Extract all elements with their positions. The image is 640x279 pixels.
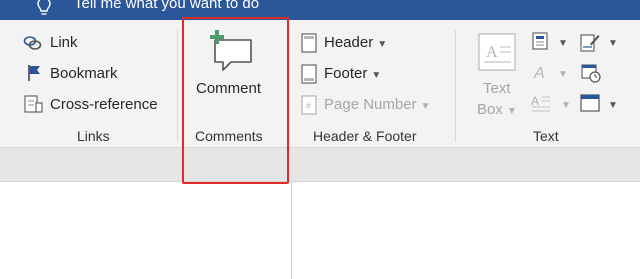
page-number-button-label: Page Number	[324, 96, 417, 113]
lightbulb-icon	[37, 0, 51, 15]
chevron-down-icon: ▼	[558, 69, 568, 80]
header-page-icon	[301, 33, 317, 53]
link-button[interactable]: Link	[50, 34, 78, 51]
svg-text:A: A	[486, 44, 498, 61]
textbox-button-line1: Text	[483, 80, 511, 97]
text-group-label: Text	[533, 128, 559, 144]
chevron-down-icon[interactable]: ▼	[608, 38, 618, 49]
textbox-button-line2: Box	[477, 101, 503, 118]
chevron-down-icon: ▼	[506, 106, 517, 117]
header-button[interactable]: Header ▼	[324, 34, 387, 51]
chevron-down-icon[interactable]: ▼	[608, 100, 618, 111]
signature-line-icon[interactable]	[580, 32, 600, 52]
header-footer-group-label: Header & Footer	[313, 128, 417, 144]
wordart-icon: A	[533, 65, 545, 81]
footer-button[interactable]: Footer ▼	[324, 65, 381, 82]
page-number-button: Page Number ▼	[324, 96, 430, 113]
group-separator	[455, 30, 456, 142]
chevron-down-icon: ▼	[420, 101, 431, 112]
header-button-label: Header	[324, 34, 374, 51]
links-group-label: Links	[77, 128, 110, 144]
textbox-icon: A	[478, 33, 516, 71]
bookmark-flag-icon	[28, 65, 40, 81]
footer-button-label: Footer	[324, 65, 368, 82]
cross-reference-icon	[24, 95, 43, 113]
document-canvas[interactable]	[0, 182, 640, 279]
drop-cap-icon: A	[531, 94, 550, 112]
title-bar: Tell me what you want to do	[0, 0, 640, 20]
chevron-down-icon: ▼	[561, 100, 571, 111]
group-separator	[177, 30, 178, 142]
object-icon[interactable]	[580, 94, 600, 112]
svg-text:A: A	[531, 94, 539, 108]
cross-reference-button[interactable]: Cross-reference	[50, 96, 158, 113]
bookmark-button[interactable]: Bookmark	[50, 65, 118, 82]
tell-me-search[interactable]: Tell me what you want to do	[74, 0, 259, 12]
ruler-area	[0, 148, 640, 182]
svg-text:A: A	[533, 65, 545, 81]
document-divider	[291, 182, 292, 279]
date-time-icon[interactable]	[581, 63, 601, 83]
highlight-box	[182, 17, 289, 184]
link-icon	[23, 36, 42, 50]
chevron-down-icon[interactable]: ▼	[558, 38, 568, 49]
textbox-button: Box ▼	[477, 101, 517, 118]
quick-parts-icon[interactable]	[531, 32, 549, 50]
chevron-down-icon: ▼	[377, 39, 388, 50]
chevron-down-icon: ▼	[371, 70, 382, 81]
page-number-icon: #	[301, 95, 317, 115]
svg-text:#: #	[306, 101, 311, 111]
footer-page-icon	[301, 64, 317, 84]
